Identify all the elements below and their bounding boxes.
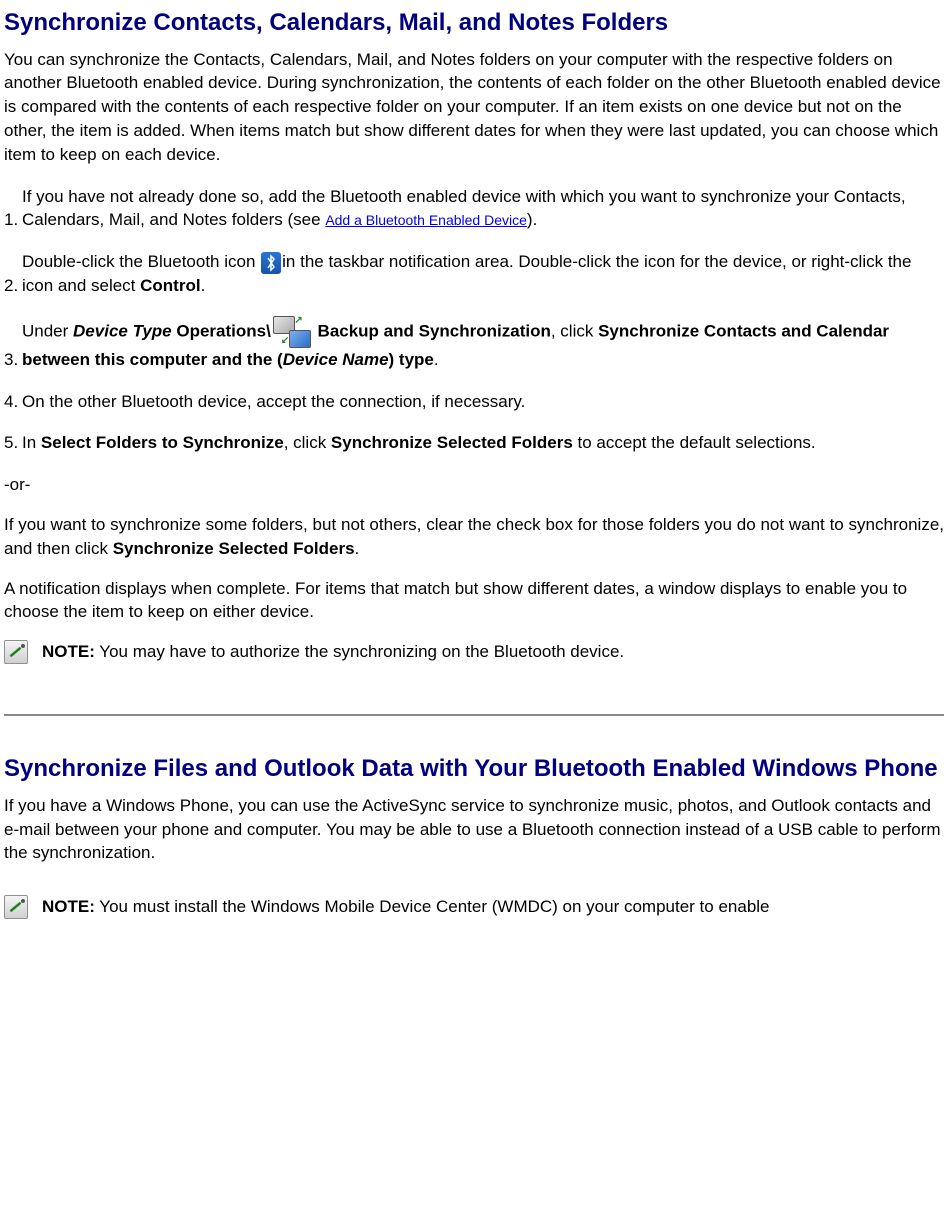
text: Double-click the Bluetooth icon <box>22 252 260 271</box>
link-add-bluetooth-device[interactable]: Add a Bluetooth Enabled Device <box>325 212 527 228</box>
text: You may have to authorize the synchroniz… <box>95 642 624 661</box>
step-4: 4. On the other Bluetooth device, accept… <box>4 390 944 414</box>
intro-paragraph: You can synchronize the Contacts, Calend… <box>4 48 944 167</box>
note-block: NOTE: You must install the Windows Mobil… <box>4 895 944 919</box>
note-icon <box>4 895 28 919</box>
step-number: 4. <box>4 390 18 414</box>
intro-paragraph: If you have a Windows Phone, you can use… <box>4 794 944 865</box>
text-bold: Operations\ <box>172 321 271 340</box>
text-bold: Backup and Synchronization <box>313 321 551 340</box>
text-bold: Synchronize Selected Folders <box>113 539 355 558</box>
text-bold: ) type <box>389 350 434 369</box>
section-title-sync-folders: Synchronize Contacts, Calendars, Mail, a… <box>4 6 944 40</box>
step-number: 3. <box>4 348 18 372</box>
note-text: NOTE: You may have to authorize the sync… <box>42 640 624 664</box>
text: ). <box>527 210 537 229</box>
note-label: NOTE: <box>42 897 95 916</box>
note-label: NOTE: <box>42 642 95 661</box>
text: Under <box>22 321 73 340</box>
step-3: 3. Under Device Type Operations\↙↗ Backu… <box>4 316 944 372</box>
alt-paragraph: If you want to synchronize some folders,… <box>4 513 944 561</box>
bluetooth-icon <box>261 252 281 274</box>
step-text: On the other Bluetooth device, accept th… <box>22 390 944 414</box>
text: In <box>22 433 41 452</box>
text: , click <box>284 433 331 452</box>
text-bolditalic: Device Name <box>283 350 389 369</box>
text: to accept the default selections. <box>573 433 816 452</box>
step-text: Under Device Type Operations\↙↗ Backup a… <box>22 316 944 372</box>
text: . <box>434 350 439 369</box>
text: . <box>201 276 206 295</box>
step-5: 5. In Select Folders to Synchronize, cli… <box>4 431 944 455</box>
text: You must install the Windows Mobile Devi… <box>95 897 770 916</box>
step-number: 2. <box>4 274 18 298</box>
or-text: -or- <box>4 473 944 497</box>
result-paragraph: A notification displays when complete. F… <box>4 577 944 625</box>
note-icon <box>4 640 28 664</box>
text: . <box>355 539 360 558</box>
step-number: 1. <box>4 208 18 232</box>
text: , click <box>551 321 598 340</box>
step-text: If you have not already done so, add the… <box>22 185 944 233</box>
backup-sync-icon: ↙↗ <box>273 316 311 348</box>
note-block: NOTE: You may have to authorize the sync… <box>4 640 944 664</box>
section-divider <box>4 714 944 716</box>
text-bold: Synchronize Selected Folders <box>331 433 573 452</box>
step-text: Double-click the Bluetooth icon in the t… <box>22 250 944 298</box>
step-2: 2. Double-click the Bluetooth icon in th… <box>4 250 944 298</box>
section-title-sync-phone: Synchronize Files and Outlook Data with … <box>4 752 944 786</box>
step-text: In Select Folders to Synchronize, click … <box>22 431 944 455</box>
text-bolditalic: Device Type <box>73 321 172 340</box>
text-bold: Control <box>140 276 200 295</box>
note-text: NOTE: You must install the Windows Mobil… <box>42 895 770 919</box>
text-bold: Select Folders to Synchronize <box>41 433 284 452</box>
step-number: 5. <box>4 431 18 455</box>
step-1: 1. If you have not already done so, add … <box>4 185 944 233</box>
